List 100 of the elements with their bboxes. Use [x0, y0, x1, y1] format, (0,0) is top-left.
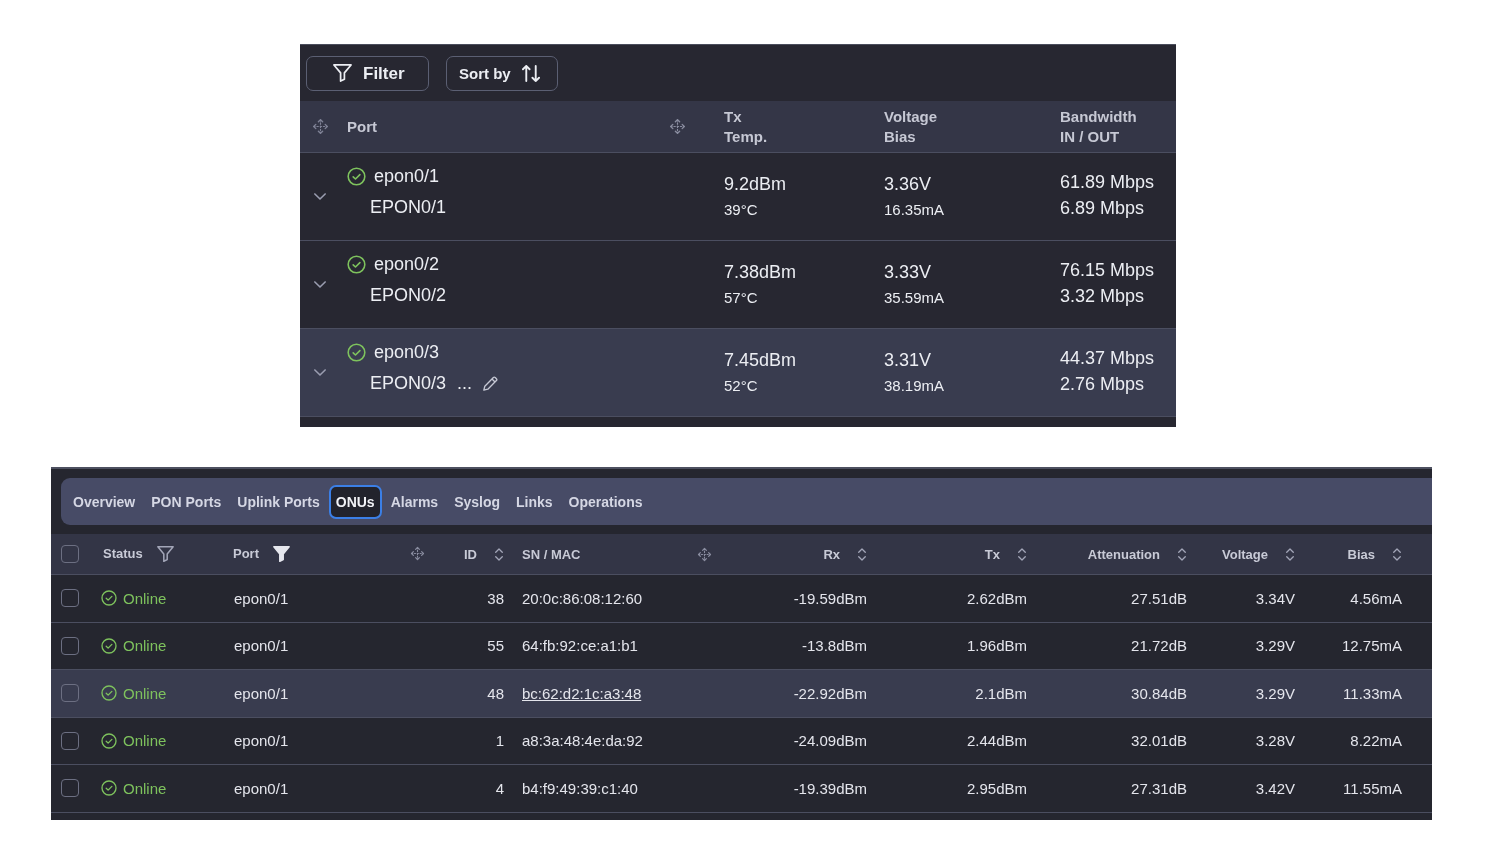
- checkbox[interactable]: [61, 684, 79, 703]
- table-cell: 3.42V: [1255, 779, 1295, 797]
- table-cell: -19.59dBm: [793, 589, 867, 607]
- table-cell-text: 3.33V: [884, 261, 932, 284]
- table-cell: 4.56mA: [1350, 589, 1402, 607]
- table-cell: 2.1dBm: [975, 684, 1027, 702]
- table-cell: -19.39dBm: [793, 779, 867, 797]
- chevron-down-icon[interactable]: [314, 369, 326, 376]
- table-cell: 39°C: [724, 200, 758, 220]
- table-cell: 52°C: [724, 376, 758, 396]
- ellipsis-text: ...: [457, 372, 473, 394]
- table-cell: 8.22mA: [1350, 732, 1402, 750]
- four-way-arrows-icon[interactable]: [669, 118, 686, 135]
- table-row[interactable]: Online epon0/1 4 b4:f9:49:39:c1:40 -19.39dBm 2.95dBm 27.31dB 3.42V 11.55mA: [51, 765, 1432, 813]
- table-cell: 3.29V: [1255, 637, 1295, 655]
- table-cell: 3.28V: [1255, 732, 1295, 750]
- tab[interactable]: PON Ports: [144, 484, 229, 519]
- port-label: EPON0/2: [370, 284, 447, 306]
- tab[interactable]: ONUs: [328, 484, 382, 519]
- table-cell: -13.8dBm: [801, 637, 867, 655]
- up-down-chevron-icon[interactable]: [1178, 547, 1186, 561]
- table-cell: 12.75mA: [1341, 637, 1402, 655]
- column-header: Rx: [823, 546, 840, 562]
- checkbox[interactable]: [61, 589, 79, 608]
- four-way-arrows-icon[interactable]: [410, 546, 425, 562]
- table-cell: 11.55mA: [1343, 779, 1402, 797]
- table-cell: b4:f9:49:39:c1:40: [522, 779, 638, 797]
- table-cell: 38.19mA: [884, 376, 945, 396]
- table-cell: 2.95dBm: [966, 779, 1027, 797]
- table-cell: a8:3a:48:4e:da:92: [522, 732, 643, 750]
- chevron-down-icon[interactable]: [314, 193, 326, 200]
- table-cell: 57°C: [724, 288, 758, 308]
- filter-button[interactable]: Filter: [306, 56, 429, 91]
- table-cell: 27.51dB: [1131, 589, 1187, 607]
- pencil-icon[interactable]: [483, 375, 499, 391]
- table-row[interactable]: Online epon0/1 48 bc:62:d2:1c:a3:48 -22.92dBm 2.1dBm 30.84dB 3.29V 11.33mA: [51, 670, 1432, 718]
- table-cell-text: 9.2dBm: [724, 173, 787, 196]
- table-cell: -24.09dBm: [793, 732, 867, 750]
- tab[interactable]: Uplink Ports: [230, 484, 327, 519]
- table-cell: 1.96dBm: [966, 637, 1027, 655]
- table-row[interactable]: epon0/3 EPON0/3 ... 7.45dBm 52°C 3.31V 38.19mA 44.37 Mbps 2.76 Mbps: [300, 329, 1176, 417]
- column-header: Tx: [984, 546, 1000, 562]
- checkbox[interactable]: [61, 545, 79, 563]
- table-cell: 32.01dB: [1131, 732, 1187, 750]
- tab[interactable]: Alarms: [383, 484, 446, 519]
- sort-button[interactable]: Sort by: [446, 56, 558, 91]
- table-cell: 11.33mA: [1343, 684, 1402, 702]
- up-down-chevron-icon[interactable]: [495, 547, 503, 561]
- mac-address-link[interactable]: bc:62:d2:1c:a3:48: [522, 684, 642, 702]
- table-cell: 55: [487, 637, 504, 655]
- table-cell: 20:0c:86:08:12:60: [522, 589, 643, 607]
- column-header: Port: [233, 546, 259, 562]
- column-header: Status: [103, 546, 143, 562]
- table-cell: epon0/1: [234, 732, 289, 750]
- table-cell-text: 6.89 Mbps: [1060, 197, 1145, 220]
- column-header: Voltage: [884, 106, 938, 127]
- table-cell-text: 3.32 Mbps: [1060, 285, 1145, 308]
- table-cell: epon0/1: [234, 779, 289, 797]
- port-name: epon0/2: [374, 253, 440, 275]
- checkbox[interactable]: [61, 779, 79, 798]
- tab[interactable]: Overview: [66, 484, 143, 519]
- table-row[interactable]: epon0/1 EPON0/1 9.2dBm 39°C 3.36V 16.35mA 61.89 Mbps 6.89 Mbps: [300, 153, 1176, 241]
- tab[interactable]: Links: [509, 484, 560, 519]
- column-header: Temp.: [724, 126, 768, 147]
- table-cell: 21.72dB: [1131, 637, 1187, 655]
- status-text: Online: [123, 589, 167, 607]
- table-cell-text: 44.37 Mbps: [1060, 347, 1155, 370]
- up-down-chevron-icon[interactable]: [858, 547, 866, 561]
- port-name: epon0/3: [374, 341, 440, 363]
- column-header: Port: [347, 117, 377, 135]
- four-way-arrows-icon[interactable]: [697, 546, 712, 562]
- column-header: SN / MAC: [522, 546, 581, 562]
- table-cell: 35.59mA: [884, 288, 945, 308]
- table-row[interactable]: Online epon0/1 38 20:0c:86:08:12:60 -19.59dBm 2.62dBm 27.51dB 3.34V 4.56mA: [51, 575, 1432, 623]
- table-cell: 1: [495, 732, 504, 750]
- checkbox[interactable]: [61, 636, 79, 655]
- table-cell: 3.34V: [1255, 589, 1295, 607]
- table-row[interactable]: Online epon0/1 1 a8:3a:48:4e:da:92 -24.09dBm 2.44dBm 32.01dB 3.28V 8.22mA: [51, 717, 1432, 765]
- tab[interactable]: Syslog: [447, 484, 508, 519]
- status-text: Online: [123, 684, 167, 702]
- table-cell: 64:fb:92:ce:a1:b1: [522, 637, 638, 655]
- port-label: EPON0/3: [370, 372, 447, 394]
- up-down-chevron-icon[interactable]: [1018, 547, 1026, 561]
- port-name: epon0/1: [374, 165, 440, 187]
- four-way-arrows-icon[interactable]: [311, 118, 329, 135]
- up-down-chevron-icon[interactable]: [1393, 547, 1401, 561]
- column-header: Bandwidth: [1060, 106, 1137, 127]
- column-header: Voltage: [1222, 546, 1268, 562]
- table-cell-text: 76.15 Mbps: [1060, 259, 1155, 282]
- checkbox[interactable]: [61, 731, 79, 750]
- table-cell: -22.92dBm: [793, 684, 867, 702]
- table-cell: 2.44dBm: [966, 732, 1027, 750]
- tab[interactable]: Operations: [561, 484, 650, 519]
- chevron-down-icon[interactable]: [314, 281, 326, 288]
- up-down-chevron-icon[interactable]: [1286, 547, 1294, 561]
- table-cell-text: 61.89 Mbps: [1060, 171, 1155, 194]
- up-down-arrows-icon: [521, 65, 540, 82]
- column-header: Attenuation: [1087, 546, 1160, 562]
- table-cell: 48: [487, 684, 504, 702]
- column-header: Tx: [724, 106, 742, 127]
